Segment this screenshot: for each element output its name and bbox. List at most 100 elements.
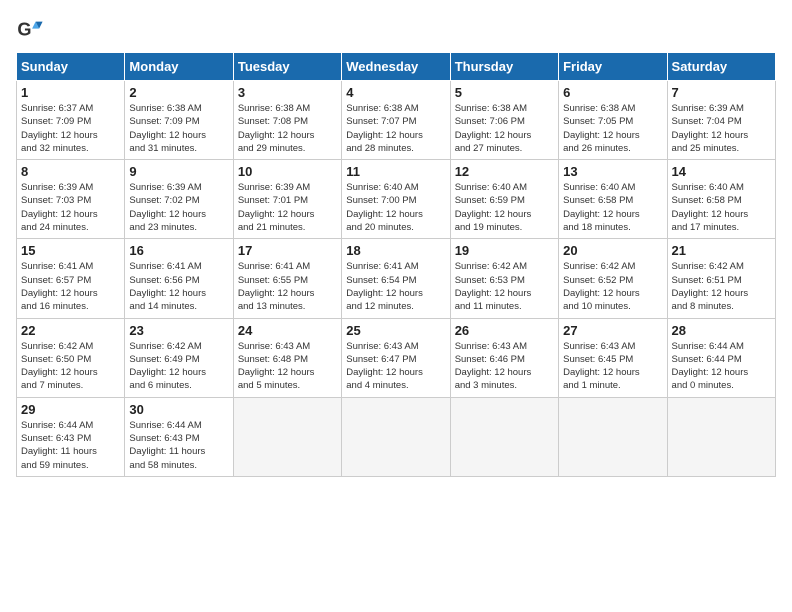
calendar-cell: 20 Sunrise: 6:42 AM Sunset: 6:52 PM Dayli… xyxy=(559,239,667,318)
day-number: 16 xyxy=(129,243,228,258)
day-number: 8 xyxy=(21,164,120,179)
calendar-cell: 23 Sunrise: 6:42 AM Sunset: 6:49 PM Dayli… xyxy=(125,318,233,397)
day-info: Sunrise: 6:41 AM Sunset: 6:56 PM Dayligh… xyxy=(129,260,228,313)
weekday-header-wednesday: Wednesday xyxy=(342,53,450,81)
day-number: 17 xyxy=(238,243,337,258)
calendar-cell: 9 Sunrise: 6:39 AM Sunset: 7:02 PM Daylig… xyxy=(125,160,233,239)
day-info: Sunrise: 6:40 AM Sunset: 6:58 PM Dayligh… xyxy=(672,181,771,234)
day-info: Sunrise: 6:37 AM Sunset: 7:09 PM Dayligh… xyxy=(21,102,120,155)
day-number: 24 xyxy=(238,323,337,338)
weekday-header-saturday: Saturday xyxy=(667,53,775,81)
day-number: 23 xyxy=(129,323,228,338)
calendar-cell xyxy=(450,397,558,476)
calendar-cell: 25 Sunrise: 6:43 AM Sunset: 6:47 PM Dayli… xyxy=(342,318,450,397)
day-info: Sunrise: 6:38 AM Sunset: 7:08 PM Dayligh… xyxy=(238,102,337,155)
day-info: Sunrise: 6:38 AM Sunset: 7:06 PM Dayligh… xyxy=(455,102,554,155)
calendar-week-2: 8 Sunrise: 6:39 AM Sunset: 7:03 PM Daylig… xyxy=(17,160,776,239)
calendar-cell: 2Sunrise: 6:38 AM Sunset: 7:09 PM Daylig… xyxy=(125,81,233,160)
day-info: Sunrise: 6:42 AM Sunset: 6:50 PM Dayligh… xyxy=(21,340,120,393)
day-number: 26 xyxy=(455,323,554,338)
day-info: Sunrise: 6:41 AM Sunset: 6:57 PM Dayligh… xyxy=(21,260,120,313)
calendar-cell: 19 Sunrise: 6:42 AM Sunset: 6:53 PM Dayli… xyxy=(450,239,558,318)
day-info: Sunrise: 6:43 AM Sunset: 6:46 PM Dayligh… xyxy=(455,340,554,393)
calendar-week-4: 22 Sunrise: 6:42 AM Sunset: 6:50 PM Dayli… xyxy=(17,318,776,397)
day-info: Sunrise: 6:42 AM Sunset: 6:52 PM Dayligh… xyxy=(563,260,662,313)
svg-text:G: G xyxy=(17,20,31,40)
day-info: Sunrise: 6:44 AM Sunset: 6:43 PM Dayligh… xyxy=(21,419,120,472)
calendar-cell: 18Sunrise: 6:41 AM Sunset: 6:54 PM Dayli… xyxy=(342,239,450,318)
day-info: Sunrise: 6:39 AM Sunset: 7:03 PM Dayligh… xyxy=(21,181,120,234)
calendar-cell: 14 Sunrise: 6:40 AM Sunset: 6:58 PM Dayli… xyxy=(667,160,775,239)
calendar-cell: 12 Sunrise: 6:40 AM Sunset: 6:59 PM Dayli… xyxy=(450,160,558,239)
day-info: Sunrise: 6:40 AM Sunset: 6:59 PM Dayligh… xyxy=(455,181,554,234)
calendar-cell: 24 Sunrise: 6:43 AM Sunset: 6:48 PM Dayli… xyxy=(233,318,341,397)
calendar-week-5: 29 Sunrise: 6:44 AM Sunset: 6:43 PM Dayli… xyxy=(17,397,776,476)
day-number: 19 xyxy=(455,243,554,258)
weekday-header-sunday: Sunday xyxy=(17,53,125,81)
calendar-cell: 26 Sunrise: 6:43 AM Sunset: 6:46 PM Dayli… xyxy=(450,318,558,397)
day-number: 30 xyxy=(129,402,228,417)
day-info: Sunrise: 6:41 AM Sunset: 6:55 PM Dayligh… xyxy=(238,260,337,313)
calendar-cell: 29 Sunrise: 6:44 AM Sunset: 6:43 PM Dayli… xyxy=(17,397,125,476)
day-number: 11 xyxy=(346,164,445,179)
day-number: 9 xyxy=(129,164,228,179)
weekday-header-row: SundayMondayTuesdayWednesdayThursdayFrid… xyxy=(17,53,776,81)
calendar-cell: 13Sunrise: 6:40 AM Sunset: 6:58 PM Dayli… xyxy=(559,160,667,239)
calendar-cell: 21Sunrise: 6:42 AM Sunset: 6:51 PM Dayli… xyxy=(667,239,775,318)
day-info: Sunrise: 6:41 AM Sunset: 6:54 PM Dayligh… xyxy=(346,260,445,313)
day-info: Sunrise: 6:43 AM Sunset: 6:48 PM Dayligh… xyxy=(238,340,337,393)
day-info: Sunrise: 6:39 AM Sunset: 7:01 PM Dayligh… xyxy=(238,181,337,234)
day-number: 6 xyxy=(563,85,662,100)
day-number: 15 xyxy=(21,243,120,258)
day-number: 25 xyxy=(346,323,445,338)
calendar-cell: 4Sunrise: 6:38 AM Sunset: 7:07 PM Daylig… xyxy=(342,81,450,160)
weekday-header-tuesday: Tuesday xyxy=(233,53,341,81)
day-number: 3 xyxy=(238,85,337,100)
day-number: 14 xyxy=(672,164,771,179)
day-info: Sunrise: 6:44 AM Sunset: 6:43 PM Dayligh… xyxy=(129,419,228,472)
day-info: Sunrise: 6:43 AM Sunset: 6:47 PM Dayligh… xyxy=(346,340,445,393)
calendar-cell: 28 Sunrise: 6:44 AM Sunset: 6:44 PM Dayli… xyxy=(667,318,775,397)
calendar-cell: 17 Sunrise: 6:41 AM Sunset: 6:55 PM Dayli… xyxy=(233,239,341,318)
day-info: Sunrise: 6:44 AM Sunset: 6:44 PM Dayligh… xyxy=(672,340,771,393)
day-number: 12 xyxy=(455,164,554,179)
calendar-cell xyxy=(667,397,775,476)
day-number: 1 xyxy=(21,85,120,100)
day-number: 4 xyxy=(346,85,445,100)
day-info: Sunrise: 6:42 AM Sunset: 6:53 PM Dayligh… xyxy=(455,260,554,313)
day-info: Sunrise: 6:40 AM Sunset: 7:00 PM Dayligh… xyxy=(346,181,445,234)
calendar-cell: 8 Sunrise: 6:39 AM Sunset: 7:03 PM Daylig… xyxy=(17,160,125,239)
day-number: 29 xyxy=(21,402,120,417)
calendar-cell: 15 Sunrise: 6:41 AM Sunset: 6:57 PM Dayli… xyxy=(17,239,125,318)
day-info: Sunrise: 6:40 AM Sunset: 6:58 PM Dayligh… xyxy=(563,181,662,234)
calendar-cell: 5 Sunrise: 6:38 AM Sunset: 7:06 PM Daylig… xyxy=(450,81,558,160)
calendar-cell: 6Sunrise: 6:38 AM Sunset: 7:05 PM Daylig… xyxy=(559,81,667,160)
day-info: Sunrise: 6:39 AM Sunset: 7:04 PM Dayligh… xyxy=(672,102,771,155)
header: G xyxy=(16,16,776,44)
logo: G xyxy=(16,16,46,44)
day-number: 22 xyxy=(21,323,120,338)
calendar-cell: 10 Sunrise: 6:39 AM Sunset: 7:01 PM Dayli… xyxy=(233,160,341,239)
day-info: Sunrise: 6:42 AM Sunset: 6:49 PM Dayligh… xyxy=(129,340,228,393)
calendar-cell xyxy=(233,397,341,476)
calendar-cell xyxy=(342,397,450,476)
day-number: 10 xyxy=(238,164,337,179)
logo-icon: G xyxy=(16,16,44,44)
weekday-header-thursday: Thursday xyxy=(450,53,558,81)
calendar-cell: 3 Sunrise: 6:38 AM Sunset: 7:08 PM Daylig… xyxy=(233,81,341,160)
calendar-cell: 7 Sunrise: 6:39 AM Sunset: 7:04 PM Daylig… xyxy=(667,81,775,160)
day-number: 5 xyxy=(455,85,554,100)
day-info: Sunrise: 6:39 AM Sunset: 7:02 PM Dayligh… xyxy=(129,181,228,234)
weekday-header-friday: Friday xyxy=(559,53,667,81)
day-number: 21 xyxy=(672,243,771,258)
calendar-cell: 11 Sunrise: 6:40 AM Sunset: 7:00 PM Dayli… xyxy=(342,160,450,239)
day-info: Sunrise: 6:43 AM Sunset: 6:45 PM Dayligh… xyxy=(563,340,662,393)
day-number: 27 xyxy=(563,323,662,338)
calendar-cell xyxy=(559,397,667,476)
day-number: 28 xyxy=(672,323,771,338)
calendar-cell: 30 Sunrise: 6:44 AM Sunset: 6:43 PM Dayli… xyxy=(125,397,233,476)
day-number: 20 xyxy=(563,243,662,258)
day-info: Sunrise: 6:38 AM Sunset: 7:09 PM Dayligh… xyxy=(129,102,228,155)
calendar-cell: 16 Sunrise: 6:41 AM Sunset: 6:56 PM Dayli… xyxy=(125,239,233,318)
day-number: 7 xyxy=(672,85,771,100)
